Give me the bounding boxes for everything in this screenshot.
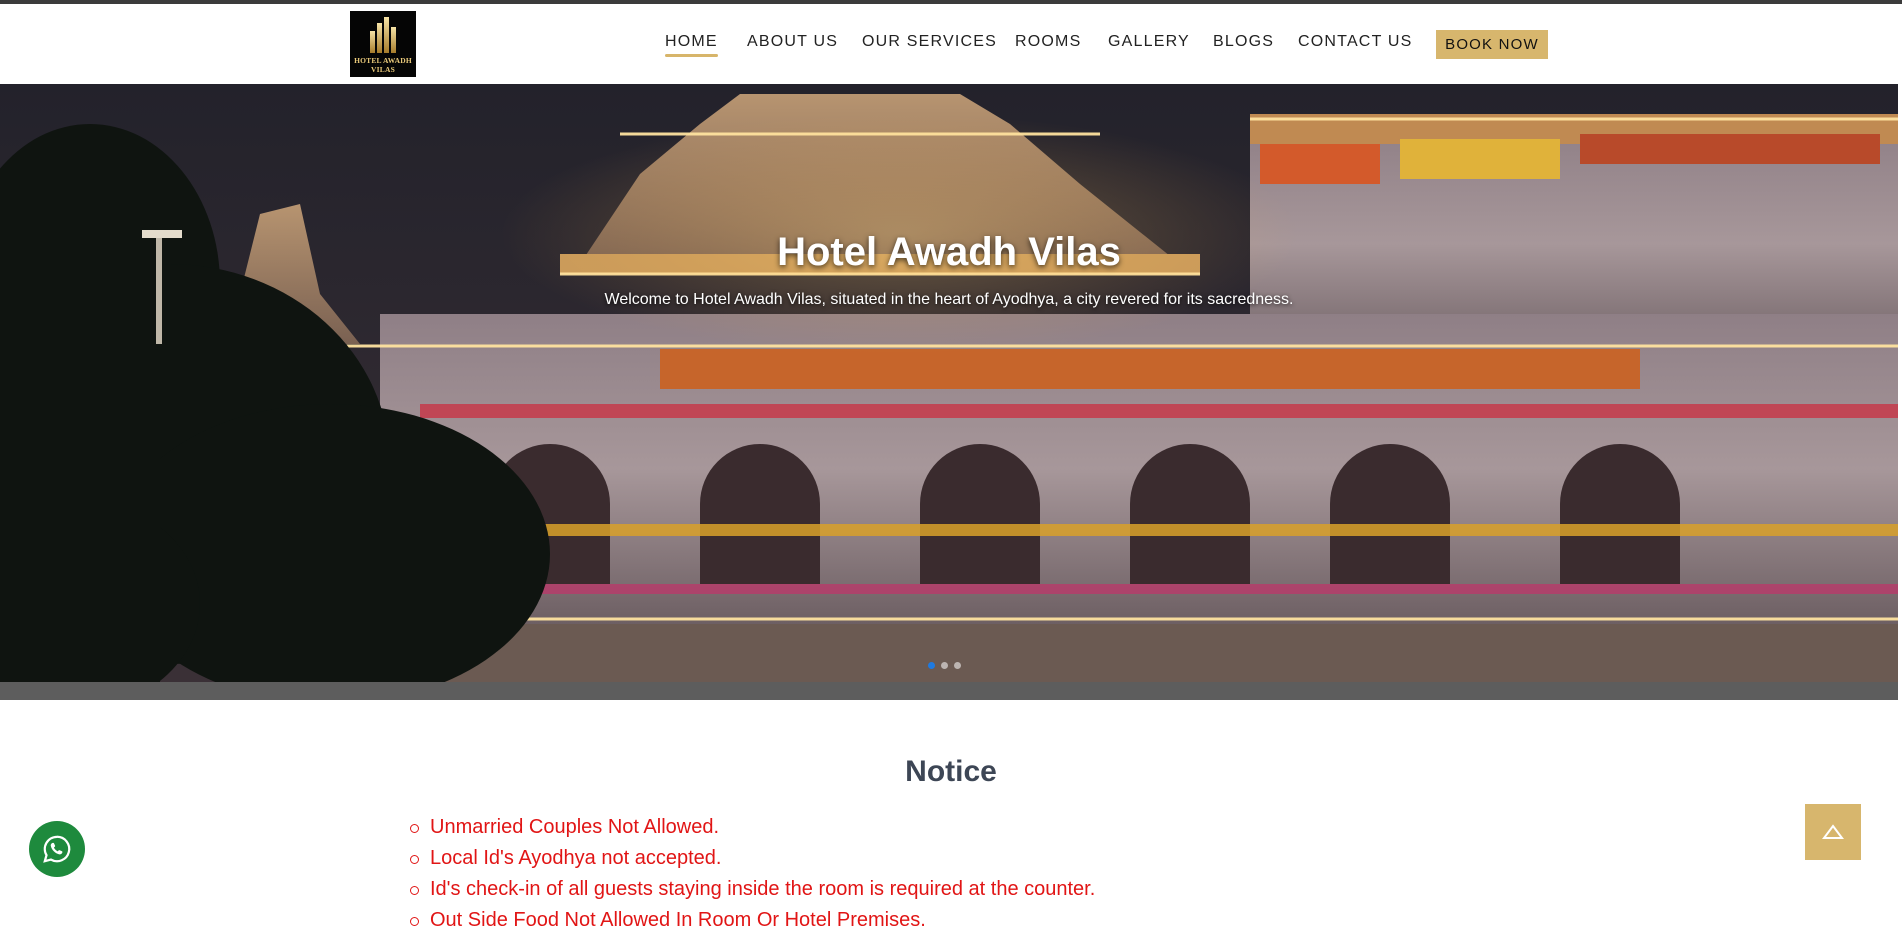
nav-rooms[interactable]: ROOMS (1015, 33, 1081, 51)
nav-home[interactable]: HOME (665, 33, 718, 57)
site-header: HOTEL AWADH VILAS HOME ABOUT US OUR SERV… (0, 4, 1902, 84)
arrow-up-icon (1822, 824, 1844, 839)
nav-gallery[interactable]: GALLERY (1108, 33, 1190, 51)
hero-slider: Hotel Awadh Vilas Welcome to Hotel Awadh… (0, 84, 1898, 682)
nav-blogs[interactable]: BLOGS (1213, 33, 1274, 51)
main-nav: HOME ABOUT US OUR SERVICES ROOMS GALLERY… (0, 4, 1902, 84)
nav-our-services[interactable]: OUR SERVICES (862, 33, 997, 51)
notice-item: Out Side Food Not Allowed In Room Or Hot… (408, 905, 1095, 936)
whatsapp-icon (43, 835, 71, 863)
hero-subtitle: Welcome to Hotel Awadh Vilas, situated i… (604, 291, 1294, 308)
slider-dot-3[interactable] (954, 662, 961, 669)
notice-item: Unmarried Couples Not Allowed. (408, 812, 1095, 843)
nav-contact-us[interactable]: CONTACT US (1298, 33, 1413, 51)
book-now-button[interactable]: BOOK NOW (1436, 30, 1548, 59)
slider-dot-2[interactable] (941, 662, 948, 669)
scroll-to-top-button[interactable] (1805, 804, 1861, 860)
nav-about-us[interactable]: ABOUT US (747, 33, 838, 51)
notice-item: Id's check-in of all guests staying insi… (408, 874, 1095, 905)
notice-list: Unmarried Couples Not Allowed. Local Id'… (408, 812, 1095, 936)
hero-bottom-strip (0, 682, 1898, 700)
slider-dots (928, 662, 968, 672)
hero-title: Hotel Awadh Vilas (777, 230, 1121, 274)
notice-title: Notice (905, 755, 997, 788)
whatsapp-button[interactable] (29, 821, 85, 877)
slider-dot-1[interactable] (928, 662, 935, 669)
notice-item: Local Id's Ayodhya not accepted. (408, 843, 1095, 874)
hero-image (0, 84, 1898, 682)
